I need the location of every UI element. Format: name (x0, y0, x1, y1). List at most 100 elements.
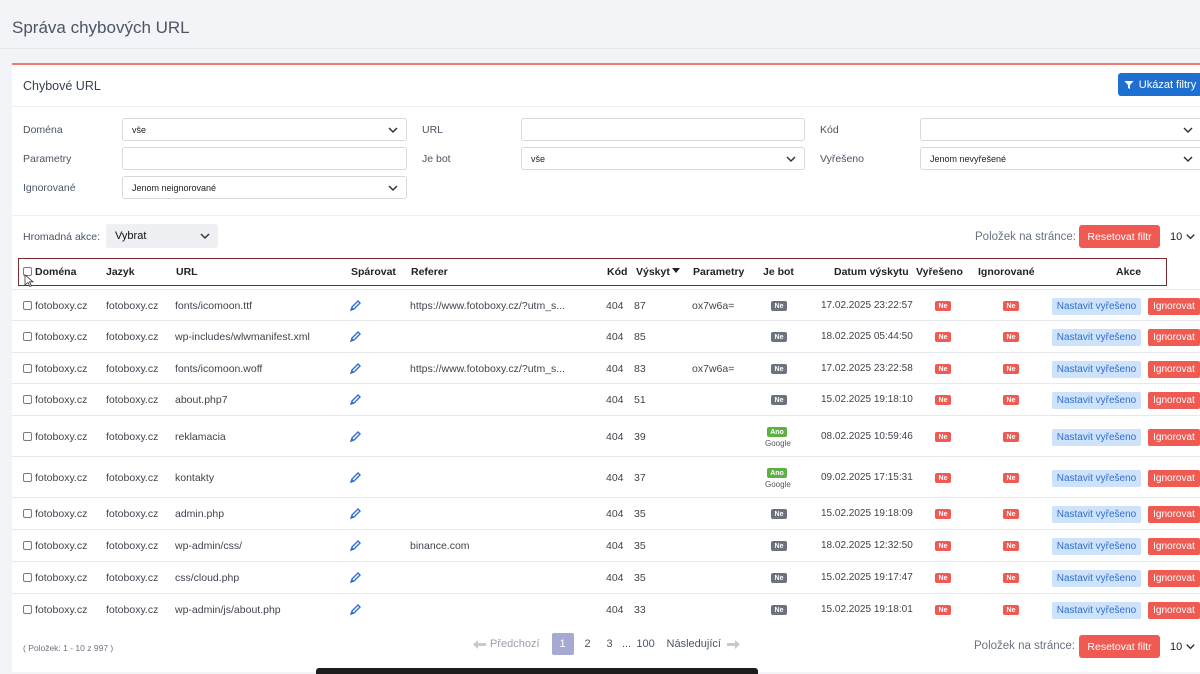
row-domain-value: fotoboxy.cz (35, 300, 88, 312)
pagination-page-2[interactable]: 2 (577, 633, 599, 655)
column-date[interactable]: Datum výskytu (834, 266, 909, 278)
row-checkbox[interactable] (23, 432, 32, 441)
pencil-icon[interactable] (349, 507, 362, 520)
pagination-page-100[interactable]: 100 (633, 633, 659, 655)
row-checkbox[interactable] (23, 332, 32, 341)
solved-no-badge: Ne (935, 301, 951, 311)
row-count: 37 (634, 472, 646, 484)
footer-per-page-select[interactable]: 10 (1164, 635, 1200, 658)
reset-filter-button[interactable]: Resetovat filtr (1079, 225, 1160, 248)
ignore-button[interactable]: Ignorovat (1148, 538, 1200, 555)
filter-code-select[interactable] (920, 118, 1200, 141)
row-count: 35 (634, 540, 646, 552)
pagination-page-3[interactable]: 3 (599, 633, 621, 655)
ignore-button[interactable]: Ignorovat (1148, 602, 1200, 619)
row-checkbox[interactable] (23, 395, 32, 404)
set-solved-button[interactable]: Nastavit vyřešeno (1052, 470, 1141, 487)
column-code[interactable]: Kód (607, 266, 627, 278)
column-params[interactable]: Parametry (693, 266, 744, 278)
set-solved-button[interactable]: Nastavit vyřešeno (1052, 392, 1141, 409)
pencil-icon[interactable] (349, 430, 362, 443)
footer-reset-filter-button[interactable]: Resetovat filtr (1079, 635, 1160, 658)
pencil-icon[interactable] (349, 603, 362, 616)
filter-params-label: Parametry (23, 153, 72, 165)
ignore-button[interactable]: Ignorovat (1148, 361, 1200, 378)
row-count: 39 (634, 431, 646, 443)
ignore-button[interactable]: Ignorovat (1148, 570, 1200, 587)
pagination-prev[interactable]: Předchozí (473, 638, 540, 650)
row-referer[interactable]: https://www.fotoboxy.cz/?utm_s... (410, 300, 565, 312)
table-row: fotoboxy.cz fotoboxy.cz fonts/icomoon.woff… (12, 352, 1200, 383)
column-pair[interactable]: Spárovat (351, 266, 396, 278)
row-referer[interactable]: binance.com (410, 540, 470, 552)
pencil-icon[interactable] (349, 362, 362, 375)
pagination-next[interactable]: Následující (667, 638, 740, 650)
row-checkbox[interactable] (23, 301, 32, 310)
table-row: fotoboxy.cz fotoboxy.cz wp-admin/css/binan… (12, 529, 1200, 561)
set-solved-button[interactable]: Nastavit vyřešeno (1052, 538, 1141, 555)
ignore-button[interactable]: Ignorovat (1148, 329, 1200, 346)
ignore-button[interactable]: Ignorovat (1148, 429, 1200, 446)
filter-url-label: URL (422, 124, 444, 136)
pencil-icon[interactable] (349, 299, 362, 312)
ignore-button[interactable]: Ignorovat (1148, 392, 1200, 409)
per-page-select[interactable]: 10 (1164, 225, 1200, 248)
row-lang: fotoboxy.cz (106, 300, 159, 312)
chevron-down-icon (200, 233, 210, 240)
bulk-action-select[interactable]: Vybrat (106, 224, 218, 248)
set-solved-button[interactable]: Nastavit vyřešeno (1052, 602, 1141, 619)
ignore-button[interactable]: Ignorovat (1148, 470, 1200, 487)
panel-title: Chybové URL (23, 79, 101, 93)
column-referer[interactable]: Referer (411, 266, 448, 278)
row-referer[interactable]: https://www.fotoboxy.cz/?utm_s... (410, 363, 565, 375)
set-solved-button[interactable]: Nastavit vyřešeno (1052, 298, 1141, 315)
filter-ignored-label: Ignorované (23, 182, 76, 194)
filter-params-input[interactable] (122, 147, 407, 170)
filter-ignored-select[interactable]: Jenom neignorované (122, 176, 407, 199)
row-code: 404 (606, 394, 624, 406)
row-url: admin.php (175, 508, 225, 520)
column-solved[interactable]: Vyřešeno (916, 266, 963, 278)
pagination-page-1[interactable]: 1 (551, 633, 574, 655)
row-checkbox[interactable] (23, 509, 32, 518)
ignore-button[interactable]: Ignorovat (1148, 506, 1200, 523)
row-domain: fotoboxy.cz (23, 540, 87, 552)
row-checkbox[interactable] (23, 473, 32, 482)
filter-domain-label: Doména (23, 124, 63, 136)
pencil-icon[interactable] (349, 330, 362, 343)
bottom-bar (316, 668, 758, 674)
row-url: fonts/icomoon.ttf (175, 300, 253, 312)
column-ignored[interactable]: Ignorované (978, 266, 1035, 278)
row-checkbox[interactable] (23, 541, 32, 550)
filter-bot-select[interactable]: vše (521, 147, 805, 170)
set-solved-button[interactable]: Nastavit vyřešeno (1052, 570, 1141, 587)
divider (12, 215, 1200, 216)
column-url[interactable]: URL (176, 266, 198, 278)
show-filters-button[interactable]: Ukázat filtry (1118, 73, 1200, 96)
row-checkbox[interactable] (23, 364, 32, 373)
pencil-icon[interactable] (349, 471, 362, 484)
ignore-button[interactable]: Ignorovat (1148, 298, 1200, 315)
column-lang[interactable]: Jazyk (106, 266, 135, 278)
pencil-icon[interactable] (349, 571, 362, 584)
row-checkbox[interactable] (23, 605, 32, 614)
set-solved-button[interactable]: Nastavit vyřešeno (1052, 429, 1141, 446)
pencil-icon[interactable] (349, 539, 362, 552)
column-bot[interactable]: Je bot (763, 266, 794, 278)
row-code: 404 (606, 472, 624, 484)
filter-domain-select[interactable]: vše (122, 118, 407, 141)
bot-yes-badge: Ano (767, 427, 787, 437)
set-solved-button[interactable]: Nastavit vyřešeno (1052, 506, 1141, 523)
filter-url-input[interactable] (521, 118, 805, 141)
row-code: 404 (606, 508, 624, 520)
set-solved-button[interactable]: Nastavit vyřešeno (1052, 329, 1141, 346)
pencil-icon[interactable] (349, 393, 362, 406)
chevron-down-icon (786, 156, 796, 163)
row-code: 404 (606, 431, 624, 443)
set-solved-button[interactable]: Nastavit vyřešeno (1052, 361, 1141, 378)
filter-solved-select[interactable]: Jenom nevyřešené (920, 147, 1200, 170)
row-domain: fotoboxy.cz (23, 331, 87, 343)
bot-no-badge: Ne (771, 541, 787, 551)
column-count[interactable]: Výskyt (636, 266, 680, 278)
row-checkbox[interactable] (23, 573, 32, 582)
